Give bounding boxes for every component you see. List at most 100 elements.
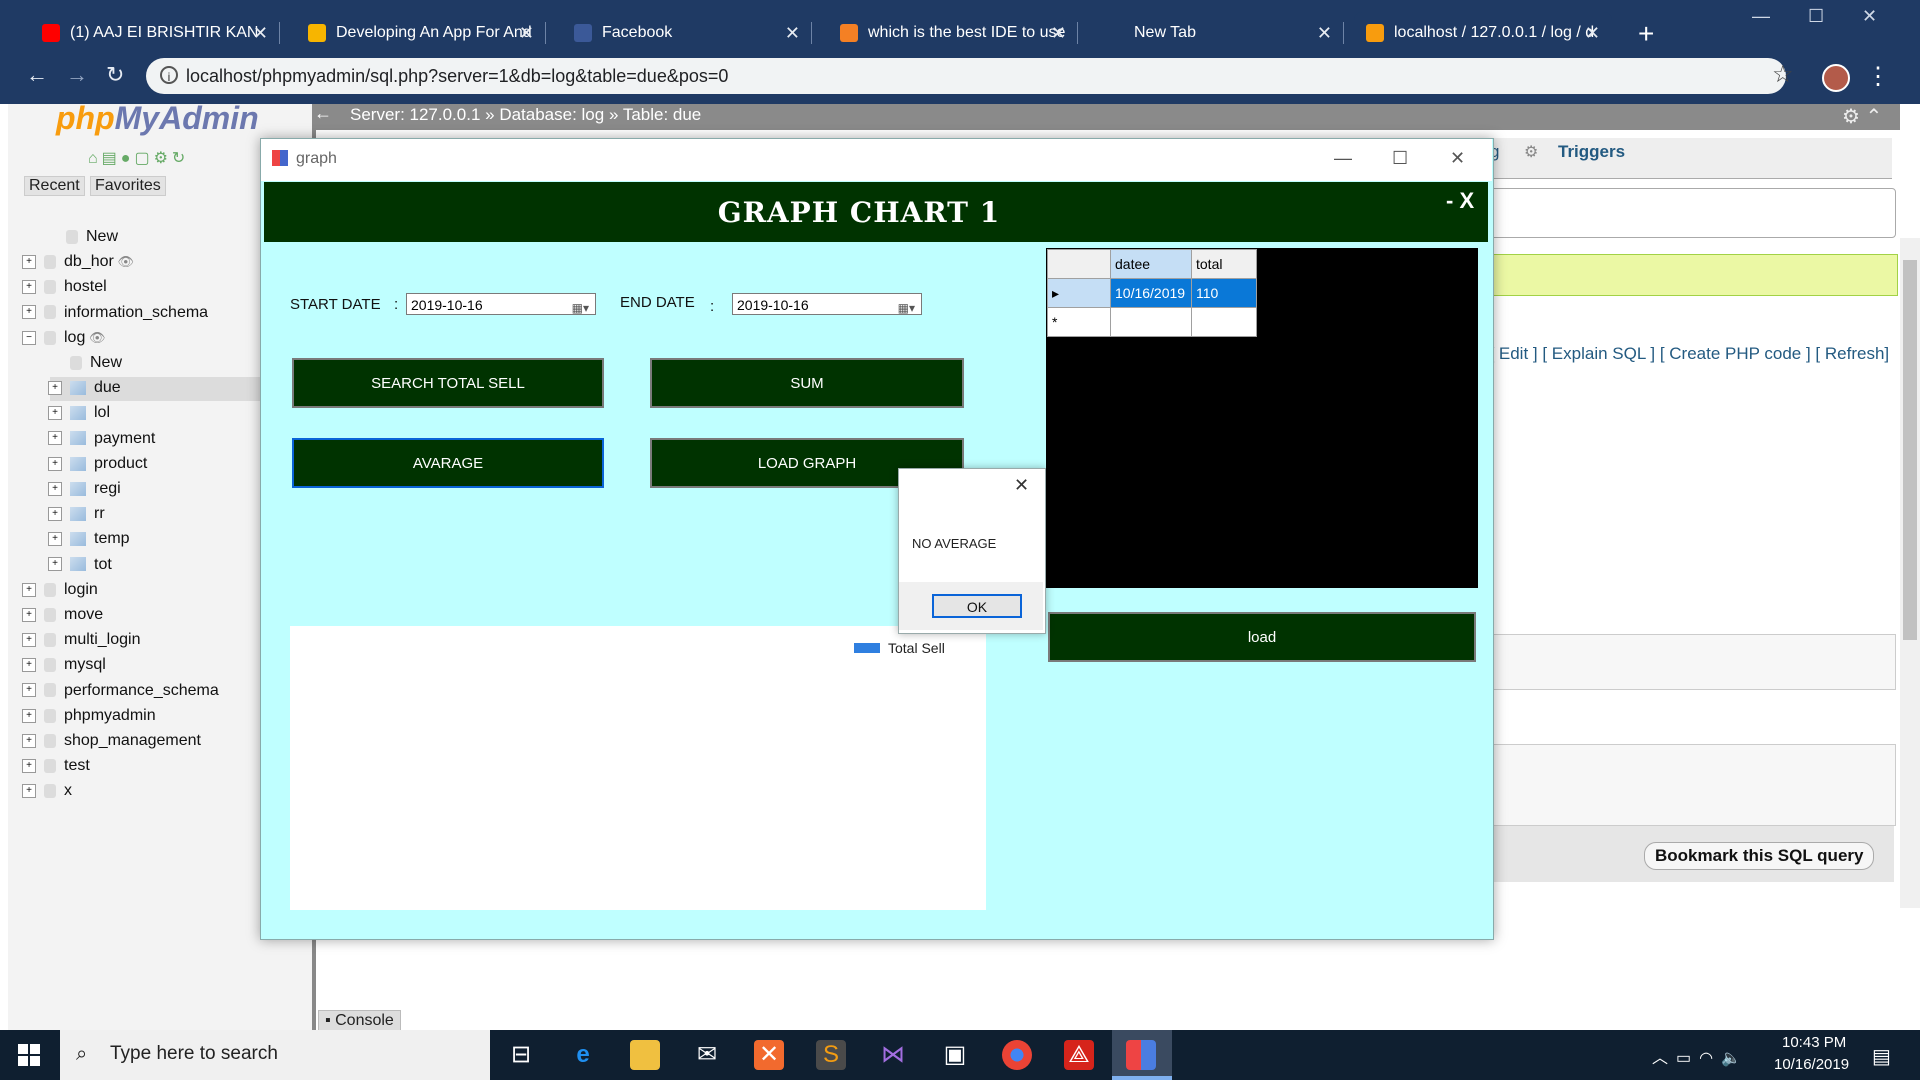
grid-cell[interactable] <box>1191 307 1257 337</box>
tree-item[interactable]: + due <box>48 379 121 397</box>
store-icon[interactable]: ▣ <box>940 1040 970 1070</box>
start-date-picker[interactable]: 2019-10-16 ▦▾ <box>406 293 596 315</box>
graph-maximize-button[interactable]: ☐ <box>1392 148 1408 169</box>
tree-item-label[interactable]: tot <box>94 556 112 573</box>
expand-icon[interactable]: + <box>48 506 62 521</box>
tree-item-label[interactable]: information_schema <box>64 304 208 321</box>
tree-item-label[interactable]: lol <box>94 404 110 421</box>
tree-item-label[interactable]: shop_management <box>64 732 201 749</box>
tree-item[interactable]: + rr <box>48 505 105 523</box>
browser-tab[interactable]: localhost / 127.0.0.1 / log / d ✕ <box>1354 12 1612 54</box>
expand-icon[interactable]: + <box>22 632 36 647</box>
tree-item[interactable]: + payment <box>48 430 155 448</box>
pma-tab-recent[interactable]: Recent <box>24 176 85 196</box>
tree-item-label[interactable]: rr <box>94 505 105 522</box>
new-row[interactable]: * <box>1047 307 1257 337</box>
close-tab-icon[interactable]: ✕ <box>1317 23 1332 44</box>
grid-column-header[interactable]: datee <box>1110 249 1192 279</box>
tree-item[interactable]: + mysql <box>22 656 106 674</box>
tree-item-label[interactable]: regi <box>94 480 121 497</box>
grid-column-header[interactable]: total <box>1191 249 1257 279</box>
expand-icon[interactable]: + <box>22 708 36 723</box>
collapse-icon[interactable]: − <box>22 330 36 345</box>
close-tab-icon[interactable]: ✕ <box>253 23 268 44</box>
tree-item-label[interactable]: x <box>64 782 72 799</box>
tree-item-label[interactable]: performance_schema <box>64 682 219 699</box>
expand-icon[interactable]: + <box>22 280 36 295</box>
file-explorer-icon[interactable] <box>630 1040 660 1070</box>
browser-tab[interactable]: New Tab ✕ <box>1094 12 1344 54</box>
expand-icon[interactable]: + <box>22 582 36 597</box>
tree-item[interactable]: + db_hor 👁 <box>22 253 134 271</box>
tree-item[interactable]: + information_schema <box>22 304 208 322</box>
task-view-icon[interactable]: ⊟ <box>506 1040 536 1070</box>
browser-tab[interactable]: which is the best IDE to use ✕ <box>828 12 1078 54</box>
tree-item-label[interactable]: move <box>64 606 103 623</box>
tab-triggers[interactable]: Triggers <box>1558 142 1625 162</box>
bookmark-star-icon[interactable]: ☆ <box>1772 60 1794 89</box>
tree-item-label[interactable]: multi_login <box>64 631 140 648</box>
expand-icon[interactable]: + <box>48 557 62 572</box>
graph-minimize-button[interactable]: — <box>1334 148 1352 169</box>
sublime-text-icon[interactable]: S <box>816 1040 846 1070</box>
close-tab-icon[interactable]: ✕ <box>785 23 800 44</box>
expand-icon[interactable]: + <box>48 431 62 446</box>
tree-item[interactable]: + regi <box>48 480 121 498</box>
profile-avatar[interactable] <box>1822 64 1850 92</box>
tree-item[interactable]: + tot <box>48 556 112 574</box>
tree-item[interactable]: + login <box>22 581 98 599</box>
sum-button[interactable]: SUM <box>650 358 964 408</box>
expand-icon[interactable]: + <box>48 406 62 421</box>
new-tab-button[interactable]: + <box>1638 18 1654 50</box>
expand-icon[interactable]: + <box>22 254 36 269</box>
notifications-icon[interactable]: ▤ <box>1872 1044 1891 1069</box>
grid-cell[interactable]: 110 <box>1191 278 1257 308</box>
expand-icon[interactable]: + <box>48 532 62 547</box>
windows-start-icon[interactable] <box>18 1044 40 1066</box>
tree-item[interactable]: + performance_schema <box>22 682 219 700</box>
expand-icon[interactable]: + <box>48 456 62 471</box>
clock-time[interactable]: 10:43 PM <box>1782 1034 1846 1051</box>
tree-item-label[interactable]: log <box>64 329 85 346</box>
scrollbar-thumb[interactable] <box>1903 260 1917 640</box>
tree-item-label[interactable]: login <box>64 581 98 598</box>
maximize-window-button[interactable]: ☐ <box>1808 6 1824 27</box>
bookmark-query-button[interactable]: Bookmark this SQL query <box>1644 842 1875 870</box>
close-tab-icon[interactable]: ✕ <box>1585 23 1600 44</box>
browser-tab[interactable]: (1) AAJ EI BRISHTIR KAN ✕ <box>30 12 280 54</box>
tree-item[interactable]: New <box>70 354 122 372</box>
tree-item[interactable]: + multi_login <box>22 631 140 649</box>
tree-item[interactable]: + shop_management <box>22 732 201 750</box>
breadcrumb[interactable]: Server: 127.0.0.1 » Database: log » Tabl… <box>350 105 701 125</box>
search-placeholder[interactable]: Type here to search <box>110 1043 278 1065</box>
average-button[interactable]: AVARAGE <box>292 438 604 488</box>
edge-icon[interactable]: e <box>568 1040 598 1070</box>
visual-studio-icon[interactable]: ⋈ <box>878 1040 908 1070</box>
search-total-sell-button[interactable]: SEARCH TOTAL SELL <box>292 358 604 408</box>
back-arrow-icon[interactable]: ← <box>26 62 48 88</box>
close-tab-icon[interactable]: ✕ <box>1051 23 1066 44</box>
address-url[interactable]: localhost/phpmyadmin/sql.php?server=1&db… <box>186 66 728 87</box>
close-icon[interactable]: ✕ <box>1014 475 1029 496</box>
tree-item[interactable]: + phpmyadmin <box>22 707 156 725</box>
system-tray-icons[interactable]: ︿▭◠🔈 <box>1652 1044 1749 1068</box>
console-toggle[interactable]: ▪ Console <box>318 1010 401 1032</box>
collapse-arrow-icon[interactable]: ← <box>314 103 332 124</box>
expand-icon[interactable]: + <box>22 658 36 673</box>
info-icon[interactable]: i <box>160 66 178 84</box>
expand-icon[interactable]: + <box>22 784 36 799</box>
grid-cell[interactable]: 10/16/2019 <box>1110 278 1192 308</box>
reload-icon[interactable]: ↻ <box>106 62 124 88</box>
tree-item-label[interactable]: payment <box>94 430 155 447</box>
tree-item[interactable]: New <box>66 228 118 246</box>
tree-item-label[interactable]: db_hor <box>64 253 114 270</box>
gear-icon[interactable]: ⚙ ⌃ <box>1842 104 1882 129</box>
expand-icon[interactable]: + <box>22 733 36 748</box>
close-tab-icon[interactable]: ✕ <box>519 23 534 44</box>
close-window-button[interactable]: ✕ <box>1862 6 1877 27</box>
end-date-picker[interactable]: 2019-10-16 ▦▾ <box>732 293 922 315</box>
minimize-window-button[interactable]: — <box>1752 6 1770 27</box>
xampp-icon[interactable]: ✕ <box>754 1040 784 1070</box>
new-row-marker[interactable]: * <box>1047 307 1111 337</box>
pma-quick-icons[interactable]: ⌂▤●▢⚙↻ <box>88 148 189 168</box>
